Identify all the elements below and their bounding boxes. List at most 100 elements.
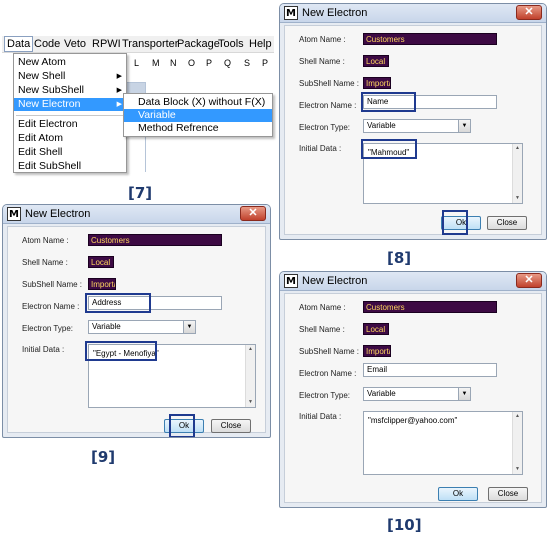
highlight-box [85, 293, 151, 313]
atom-name-field: Customers [88, 234, 222, 246]
menu-bar: Data Code Veto RPWI Transporter Package … [2, 36, 274, 53]
menu-item-new-atom[interactable]: New Atom [14, 56, 126, 69]
electron-name-label: Electron Name : [299, 101, 357, 110]
vertical-scrollbar[interactable]: ▲ ▼ [245, 345, 255, 407]
letter-button[interactable]: P [262, 58, 268, 68]
initial-data-label: Initial Data : [299, 144, 342, 153]
chevron-down-icon[interactable]: ▼ [458, 120, 470, 132]
letter-button[interactable]: M [152, 58, 160, 68]
initial-data-label: Initial Data : [299, 412, 342, 421]
shell-name-field: Local [88, 256, 114, 268]
submenu-item-data-block[interactable]: Data Block (X) without F(X) [124, 96, 272, 109]
menu-item-new-shell[interactable]: New Shell ▶ [14, 70, 126, 83]
chevron-down-icon[interactable]: ▼ [458, 388, 470, 400]
electron-type-select[interactable]: Variable ▼ [363, 119, 471, 133]
subshell-name-field: Importa [363, 77, 391, 89]
caption-9: [9] [91, 448, 116, 466]
scroll-up-icon[interactable]: ▲ [513, 412, 522, 421]
submenu-arrow-icon: ▶ [116, 73, 122, 80]
atom-name-label: Atom Name : [22, 236, 69, 245]
vertical-scrollbar[interactable]: ▲ ▼ [512, 144, 522, 203]
shell-name-field: Local [363, 323, 389, 335]
menu-tools[interactable]: Tools [218, 38, 244, 50]
vertical-scrollbar[interactable]: ▲ ▼ [512, 412, 522, 474]
initial-data-label: Initial Data : [22, 345, 65, 354]
scroll-down-icon[interactable]: ▼ [513, 194, 522, 203]
shell-name-label: Shell Name : [22, 258, 68, 267]
menu-item-new-subshell[interactable]: New SubShell ▶ [14, 84, 126, 97]
letter-button[interactable]: O [188, 58, 195, 68]
submenu-item-variable[interactable]: Variable [124, 109, 272, 122]
menu-rpwi[interactable]: RPWI [92, 38, 121, 50]
scroll-down-icon[interactable]: ▼ [513, 465, 522, 474]
window-close-button[interactable]: ✕ [516, 5, 542, 20]
data-dropdown-menu: New Atom New Shell ▶ New SubShell ▶ New El… [13, 53, 127, 173]
app-icon: M [7, 207, 21, 221]
subshell-name-field: Importa [88, 278, 116, 290]
letter-button[interactable]: P [206, 58, 212, 68]
new-electron-dialog-9: M New Electron ✕ Atom Name : Customers S… [2, 204, 271, 438]
electron-name-input[interactable]: Email [363, 363, 497, 377]
atom-name-field: Customers [363, 33, 497, 45]
title-bar: M New Electron ✕ [280, 4, 546, 23]
ok-button[interactable]: Ok [438, 487, 478, 501]
electron-type-label: Electron Type: [299, 123, 350, 132]
subshell-name-label: SubShell Name : [299, 79, 360, 88]
menu-item-edit-subshell[interactable]: Edit SubShell [14, 160, 126, 173]
app-icon: M [284, 274, 298, 288]
scroll-up-icon[interactable]: ▲ [513, 144, 522, 153]
menu-help[interactable]: Help [249, 38, 272, 50]
window-close-button[interactable]: ✕ [240, 206, 266, 221]
scroll-up-icon[interactable]: ▲ [246, 345, 255, 354]
menu-item-edit-shell[interactable]: Edit Shell [14, 146, 126, 159]
close-button[interactable]: Close [211, 419, 251, 433]
shell-name-field: Local [363, 55, 389, 67]
atom-name-field: Customers [363, 301, 497, 313]
initial-data-text: "msfclipper@yahoo.com" [368, 416, 458, 425]
letter-button[interactable]: Q [224, 58, 231, 68]
letter-button[interactable]: S [244, 58, 250, 68]
highlight-box [85, 341, 157, 361]
electron-name-label: Electron Name : [22, 302, 80, 311]
new-electron-submenu: Data Block (X) without F(X) Variable Met… [123, 93, 273, 137]
electron-type-select[interactable]: Variable ▼ [88, 320, 196, 334]
highlight-box [169, 414, 195, 437]
menu-transporter[interactable]: Transporter [122, 38, 178, 50]
electron-name-label: Electron Name : [299, 369, 357, 378]
window-close-button[interactable]: ✕ [516, 273, 542, 288]
highlight-box [361, 92, 416, 112]
shell-name-label: Shell Name : [299, 57, 345, 66]
menu-code[interactable]: Code [34, 38, 60, 50]
menu-data[interactable]: Data [4, 36, 34, 52]
atom-name-label: Atom Name : [299, 303, 346, 312]
close-button[interactable]: Close [487, 216, 527, 230]
menu-veto[interactable]: Veto [64, 38, 86, 50]
menu-item-edit-atom[interactable]: Edit Atom [14, 132, 126, 145]
title-bar: M New Electron ✕ [3, 205, 270, 224]
menu-item-edit-electron[interactable]: Edit Electron [14, 118, 126, 131]
close-button[interactable]: Close [488, 487, 528, 501]
menu-item-new-electron[interactable]: New Electron ▶ [14, 98, 126, 111]
caption-7: [7] [128, 184, 153, 202]
menu-separator [16, 115, 124, 116]
title-bar: M New Electron ✕ [280, 272, 546, 291]
chevron-down-icon[interactable]: ▼ [183, 321, 195, 333]
submenu-item-method-reference[interactable]: Method Refrence [124, 122, 272, 135]
menu-package[interactable]: Package [177, 38, 220, 50]
letter-toolbar: L M N O P Q S P [122, 58, 274, 72]
letter-button[interactable]: N [170, 58, 177, 68]
electron-type-label: Electron Type: [22, 324, 73, 333]
electron-type-label: Electron Type: [299, 391, 350, 400]
highlight-box [442, 210, 468, 235]
letter-button[interactable]: L [134, 58, 139, 68]
caption-10: [10] [387, 516, 422, 534]
initial-data-textarea[interactable]: "msfclipper@yahoo.com" ▲ ▼ [363, 411, 523, 475]
atom-name-label: Atom Name : [299, 35, 346, 44]
subshell-name-field: Importa [363, 345, 391, 357]
new-electron-dialog-10: M New Electron ✕ Atom Name : Customers S… [279, 271, 547, 508]
subshell-name-label: SubShell Name : [22, 280, 83, 289]
submenu-arrow-icon: ▶ [116, 87, 122, 94]
scroll-down-icon[interactable]: ▼ [246, 398, 255, 407]
menu-screenshot: Data Code Veto RPWI Transporter Package … [2, 36, 274, 176]
electron-type-select[interactable]: Variable ▼ [363, 387, 471, 401]
